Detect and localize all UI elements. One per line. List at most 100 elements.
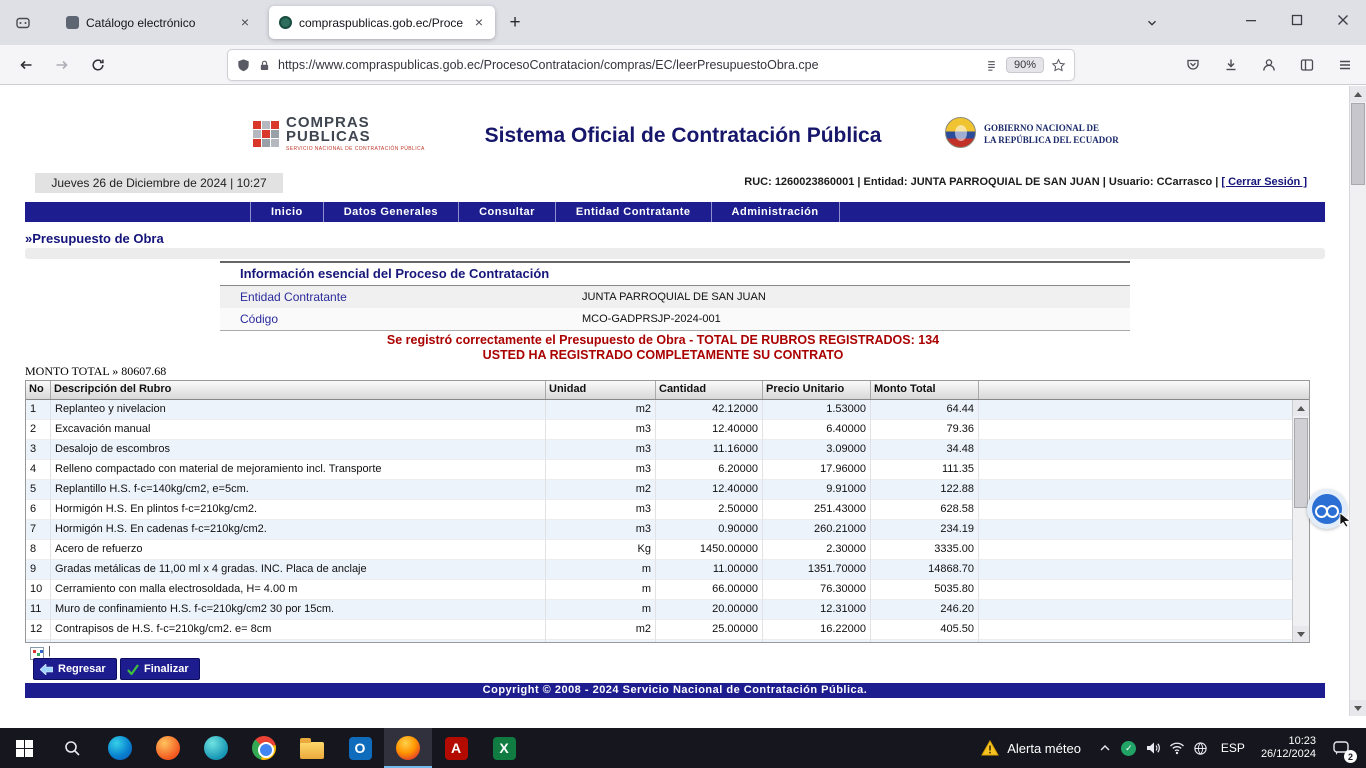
edge-icon[interactable] <box>96 728 144 768</box>
rubros-body: 1Replanteo y nivelacionm242.120001.53000… <box>26 400 1292 643</box>
back-button[interactable] <box>10 49 42 81</box>
info-row-codigo: CódigoMCO-GADPRSJP-2024-001 <box>220 308 1130 331</box>
finalizar-button[interactable]: Finalizar <box>120 658 200 680</box>
row-precio-unitario: 2.30000 <box>763 540 871 560</box>
table-row: 1Replanteo y nivelacionm242.120001.53000… <box>26 400 1292 420</box>
sidebar-icon[interactable] <box>1290 49 1324 81</box>
row-cantidad: 12.40000 <box>656 420 763 440</box>
tab-close-icon[interactable]: × <box>469 13 489 33</box>
reload-button[interactable] <box>82 49 114 81</box>
weather-alert[interactable]: Alerta méteo <box>969 740 1093 756</box>
scroll-down-arrow[interactable] <box>1350 700 1366 716</box>
teal-app-icon[interactable] <box>192 728 240 768</box>
row-unidad: m3 <box>546 500 656 520</box>
minimize-button[interactable] <box>1228 0 1274 40</box>
account-icon[interactable] <box>1252 49 1286 81</box>
antivirus-tray-icon[interactable]: ✓ <box>1117 728 1141 768</box>
tab-catalogo-electronico[interactable]: Catálogo electrónico × <box>56 6 261 39</box>
row-filler <box>979 620 1292 640</box>
network-globe-icon[interactable] <box>1189 728 1213 768</box>
cerrar-sesion-link[interactable]: [ Cerrar Sesión ] <box>1221 176 1307 188</box>
table-scrollbar[interactable] <box>1292 400 1309 642</box>
menu-item-entidad-contratante[interactable]: Entidad Contratante <box>555 202 711 222</box>
bookmark-star-icon[interactable] <box>1051 58 1066 73</box>
start-button[interactable] <box>0 728 48 768</box>
main-menu-bar: InicioDatos GeneralesConsultarEntidad Co… <box>25 202 1325 222</box>
cursor-arrow-icon <box>1339 513 1351 527</box>
scrollbar-thumb[interactable] <box>1294 418 1308 508</box>
tab-favicon <box>279 16 292 29</box>
row-cantidad: 12.40000 <box>656 480 763 500</box>
brave-icon[interactable] <box>144 728 192 768</box>
table-row: 10Cerramiento con malla electrosoldada, … <box>26 580 1292 600</box>
wifi-icon[interactable] <box>1165 728 1189 768</box>
taskbar-search-icon[interactable] <box>48 728 96 768</box>
firefox-view-icon[interactable] <box>8 8 38 38</box>
row-descripcion: Cerramiento con malla electrosoldada, H=… <box>51 580 546 600</box>
check-icon <box>127 664 139 675</box>
table-row: 2Excavación manualm312.400006.4000079.36 <box>26 420 1292 440</box>
pocket-icon[interactable] <box>1176 49 1210 81</box>
downloads-icon[interactable] <box>1214 49 1248 81</box>
menu-item-datos-generales[interactable]: Datos Generales <box>323 202 458 222</box>
row-monto-total: 79.36 <box>871 420 979 440</box>
menu-hamburger-icon[interactable] <box>1328 49 1362 81</box>
list-tabs-chevron-icon[interactable] <box>1138 12 1166 34</box>
accessibility-widget[interactable] <box>1307 489 1347 529</box>
new-tab-button[interactable]: + <box>501 9 529 37</box>
ecuador-coat-of-arms-icon <box>945 117 976 148</box>
row-precio-unitario: 6.40000 <box>763 420 871 440</box>
row-unidad: m3 <box>546 420 656 440</box>
forward-button[interactable] <box>46 49 78 81</box>
scroll-down-arrow[interactable] <box>1293 626 1309 642</box>
taskbar-clock[interactable]: 10:23 26/12/2024 <box>1253 735 1324 761</box>
nav-right-icons <box>1172 49 1362 81</box>
scrollbar-thumb[interactable] <box>1351 103 1365 185</box>
row-descripcion <box>51 640 546 643</box>
row-descripcion: Contrapisos de H.S. f-c=210kg/cm2. e= 8c… <box>51 620 546 640</box>
tab-title: compraspublicas.gob.ec/Proce <box>299 16 465 30</box>
hidden-icons-chevron[interactable] <box>1093 728 1117 768</box>
outlook-icon[interactable]: O <box>336 728 384 768</box>
row-precio-unitario: 1351.70000 <box>763 560 871 580</box>
regresar-button[interactable]: Regresar <box>33 658 117 680</box>
table-row: 7Hormigón H.S. En cadenas f-c=210kg/cm2.… <box>26 520 1292 540</box>
close-button[interactable] <box>1320 0 1366 40</box>
rubros-table: NoDescripción del RubroUnidadCantidadPre… <box>25 380 1310 643</box>
scroll-up-arrow[interactable] <box>1350 86 1366 102</box>
row-filler <box>979 440 1292 460</box>
language-indicator[interactable]: ESP <box>1213 741 1253 755</box>
acrobat-icon[interactable]: A <box>432 728 480 768</box>
menu-item-inicio[interactable]: Inicio <box>250 202 323 222</box>
row-no: 2 <box>26 420 51 440</box>
maximize-button[interactable] <box>1274 0 1320 40</box>
row-unidad: Kg <box>546 540 656 560</box>
reader-mode-icon[interactable] <box>984 58 999 73</box>
scroll-up-arrow[interactable] <box>1293 400 1309 416</box>
menu-item-administracion[interactable]: Administración <box>711 202 840 222</box>
row-monto-total: 34.48 <box>871 440 979 460</box>
tracking-shield-icon[interactable] <box>236 58 251 73</box>
info-panel-title: Información esencial del Proceso de Cont… <box>220 261 1130 286</box>
excel-icon[interactable]: X <box>480 728 528 768</box>
lock-icon[interactable] <box>258 59 271 72</box>
row-cantidad: 0.90000 <box>656 520 763 540</box>
tab-close-icon[interactable]: × <box>235 13 255 33</box>
header-monto-total: Monto Total <box>871 381 979 399</box>
row-no: 11 <box>26 600 51 620</box>
header-unidad: Unidad <box>546 381 656 399</box>
volume-icon[interactable] <box>1141 728 1165 768</box>
zoom-level[interactable]: 90% <box>1006 57 1044 73</box>
menu-item-consultar[interactable]: Consultar <box>458 202 555 222</box>
tab-title: Catálogo electrónico <box>86 16 231 30</box>
row-filler <box>979 580 1292 600</box>
url-bar[interactable]: https://www.compraspublicas.gob.ec/Proce… <box>228 50 1074 80</box>
firefox-icon[interactable] <box>384 728 432 768</box>
menu-bar-items: InicioDatos GeneralesConsultarEntidad Co… <box>250 202 840 222</box>
chrome-icon[interactable] <box>240 728 288 768</box>
notifications-icon[interactable]: 2 <box>1324 728 1358 768</box>
browser-scrollbar[interactable] <box>1349 86 1366 716</box>
tab-compraspublicas[interactable]: compraspublicas.gob.ec/Proce × <box>269 6 495 39</box>
file-explorer-icon[interactable] <box>288 728 336 768</box>
row-monto-total: 111.35 <box>871 460 979 480</box>
